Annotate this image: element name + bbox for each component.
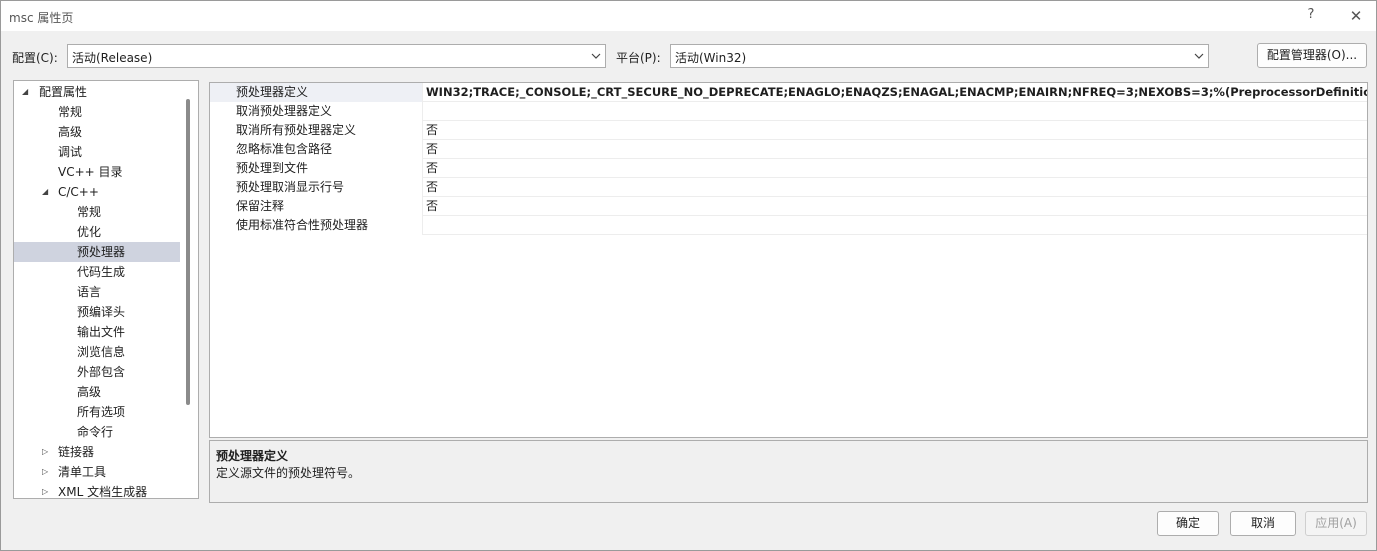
property-value[interactable]: 否 xyxy=(426,197,438,216)
help-icon[interactable]: ? xyxy=(1304,7,1318,25)
property-row-undefine-preprocessor[interactable]: 取消预处理器定义 xyxy=(210,102,1367,121)
property-name: 取消所有预处理器定义 xyxy=(210,121,423,140)
property-row-ignore-standard-include[interactable]: 忽略标准包含路径 否 xyxy=(210,140,1367,159)
property-name: 忽略标准包含路径 xyxy=(210,140,423,159)
category-tree: ◢ 配置属性 常规 高级 调试 VC++ 目录 ◢ C/C++ 常规 优化 预处… xyxy=(13,80,199,499)
tree-item-linker[interactable]: ▷ 链接器 xyxy=(14,442,180,462)
config-label: 配置(C): xyxy=(12,51,58,65)
platform-label: 平台(P): xyxy=(616,51,661,65)
property-value[interactable]: 否 xyxy=(426,159,438,178)
tree-item-cpp-output-files[interactable]: 输出文件 xyxy=(14,322,180,342)
tree-scrollbar[interactable] xyxy=(186,99,190,405)
title-bar: msc 属性页 ? ✕ xyxy=(1,1,1376,31)
property-value[interactable]: 否 xyxy=(426,121,438,140)
tree-item-xml-doc-generator[interactable]: ▷ XML 文档生成器 xyxy=(14,482,180,498)
property-name: 保留注释 xyxy=(210,197,423,216)
tree-item-config-properties[interactable]: ◢ 配置属性 xyxy=(14,82,180,102)
apply-button[interactable]: 应用(A) xyxy=(1305,511,1367,536)
platform-dropdown[interactable]: 活动(Win32) xyxy=(670,44,1209,68)
property-name: 预处理取消显示行号 xyxy=(210,178,423,197)
ok-button[interactable]: 确定 xyxy=(1157,511,1219,536)
property-value[interactable]: 否 xyxy=(426,178,438,197)
chevron-down-icon xyxy=(591,53,601,59)
tree-item-advanced[interactable]: 高级 xyxy=(14,122,180,142)
description-title: 预处理器定义 xyxy=(216,449,289,463)
tree-item-cpp-command-line[interactable]: 命令行 xyxy=(14,422,180,442)
tree-item-cpp-code-generation[interactable]: 代码生成 xyxy=(14,262,180,282)
tree-item-cpp[interactable]: ◢ C/C++ xyxy=(14,182,180,202)
close-icon[interactable]: ✕ xyxy=(1346,6,1366,26)
tree-item-debugging[interactable]: 调试 xyxy=(14,142,180,162)
tree-item-cpp-all-options[interactable]: 所有选项 xyxy=(14,402,180,422)
tree-item-cpp-general[interactable]: 常规 xyxy=(14,202,180,222)
property-row-preprocess-to-file[interactable]: 预处理到文件 否 xyxy=(210,159,1367,178)
property-pages-dialog: msc 属性页 ? ✕ 配置(C): 活动(Release) 平台(P): 活动… xyxy=(0,0,1377,551)
tree-item-cpp-preprocessor[interactable]: 预处理器 xyxy=(14,242,180,262)
tree-item-cpp-precompiled-headers[interactable]: 预编译头 xyxy=(14,302,180,322)
description-text: 定义源文件的预处理符号。 xyxy=(216,466,361,480)
tree-item-vc-directories[interactable]: VC++ 目录 xyxy=(14,162,180,182)
property-row-preprocessor-definitions[interactable]: 预处理器定义 WIN32;TRACE;_CONSOLE;_CRT_SECURE_… xyxy=(210,83,1367,102)
expanded-arrow-icon[interactable]: ◢ xyxy=(22,82,32,102)
platform-dropdown-value: 活动(Win32) xyxy=(675,51,747,65)
config-dropdown-value: 活动(Release) xyxy=(72,51,153,65)
property-name: 使用标准符合性预处理器 xyxy=(210,216,423,235)
property-value[interactable]: 否 xyxy=(426,140,438,159)
collapsed-arrow-icon[interactable]: ▷ xyxy=(42,462,52,482)
config-manager-button[interactable]: 配置管理器(O)... xyxy=(1257,43,1367,68)
tree-item-cpp-language[interactable]: 语言 xyxy=(14,282,180,302)
window-title: msc 属性页 xyxy=(9,11,74,25)
property-row-suppress-line-numbers[interactable]: 预处理取消显示行号 否 xyxy=(210,178,1367,197)
description-panel: 预处理器定义 定义源文件的预处理符号。 xyxy=(209,440,1368,503)
property-row-conformant-preprocessor[interactable]: 使用标准符合性预处理器 xyxy=(210,216,1367,235)
config-dropdown[interactable]: 活动(Release) xyxy=(67,44,606,68)
tree-item-general[interactable]: 常规 xyxy=(14,102,180,122)
property-row-keep-comments[interactable]: 保留注释 否 xyxy=(210,197,1367,216)
chevron-down-icon xyxy=(1194,53,1204,59)
tree-item-cpp-advanced[interactable]: 高级 xyxy=(14,382,180,402)
collapsed-arrow-icon[interactable]: ▷ xyxy=(42,442,52,462)
cancel-button[interactable]: 取消 xyxy=(1230,511,1296,536)
property-grid: 预处理器定义 WIN32;TRACE;_CONSOLE;_CRT_SECURE_… xyxy=(209,82,1368,438)
property-name: 取消预处理器定义 xyxy=(210,102,423,121)
property-name: 预处理器定义 xyxy=(210,83,423,102)
tree-item-manifest-tool[interactable]: ▷ 清单工具 xyxy=(14,462,180,482)
property-value[interactable]: WIN32;TRACE;_CONSOLE;_CRT_SECURE_NO_DEPR… xyxy=(426,83,1367,102)
tree-item-cpp-browse-info[interactable]: 浏览信息 xyxy=(14,342,180,362)
property-name: 预处理到文件 xyxy=(210,159,423,178)
tree-item-cpp-external-includes[interactable]: 外部包含 xyxy=(14,362,180,382)
collapsed-arrow-icon[interactable]: ▷ xyxy=(42,482,52,498)
property-row-undefine-all[interactable]: 取消所有预处理器定义 否 xyxy=(210,121,1367,140)
expanded-arrow-icon[interactable]: ◢ xyxy=(42,182,52,202)
tree-item-cpp-optimization[interactable]: 优化 xyxy=(14,222,180,242)
